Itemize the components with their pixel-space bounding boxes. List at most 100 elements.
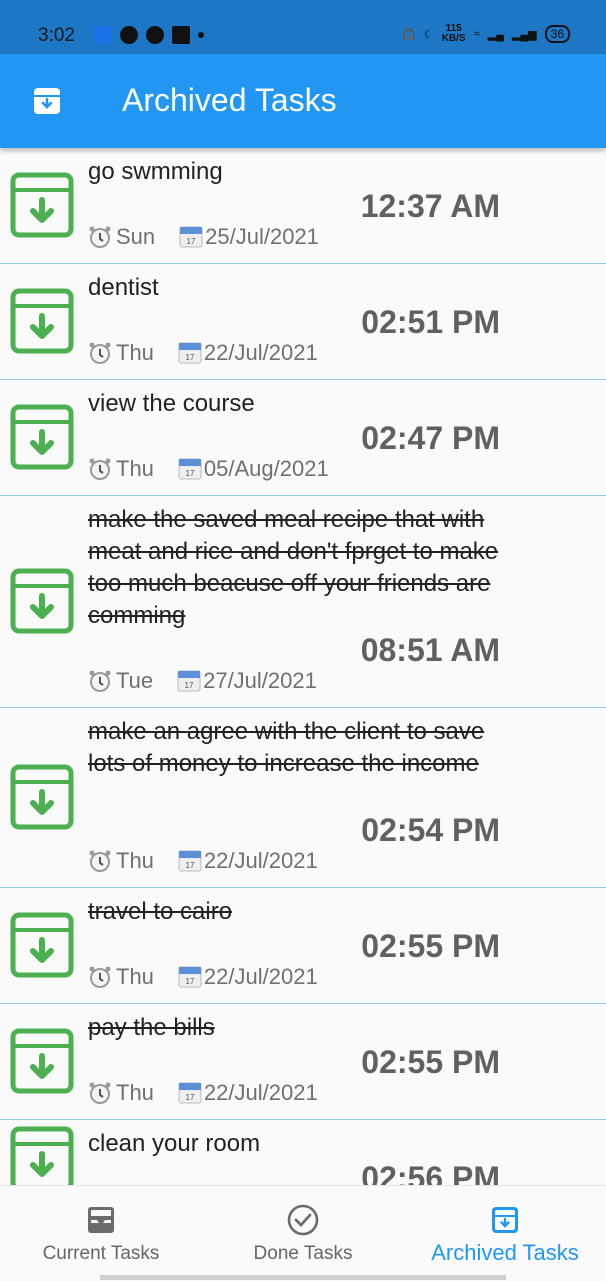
task-meta: Thu 17 22/Jul/2021: [88, 1080, 318, 1106]
svg-text:17: 17: [185, 681, 194, 690]
nav-done-tasks[interactable]: Done Tasks: [202, 1186, 404, 1281]
unarchive-icon[interactable]: [10, 1028, 74, 1094]
task-date: 25/Jul/2021: [205, 224, 319, 249]
moon-icon: ☾: [423, 28, 434, 41]
task-meta: Thu 17 22/Jul/2021: [88, 848, 318, 874]
wifi-icon: ≈: [473, 28, 480, 40]
task-title: pay the bills: [88, 1014, 215, 1041]
task-date: 27/Jul/2021: [203, 668, 317, 693]
archive-icon[interactable]: [32, 86, 62, 116]
network-speed: 115 KB/S: [441, 23, 466, 44]
task-time: 02:55 PM: [361, 1044, 500, 1080]
task-time: 02:54 PM: [361, 812, 500, 848]
task-meta: Thu 17 22/Jul/2021: [88, 964, 318, 990]
task-date: 22/Jul/2021: [203, 1080, 318, 1105]
unarchive-icon[interactable]: [10, 1126, 74, 1185]
unarchive-icon[interactable]: [10, 568, 74, 634]
nav-label: Archived Tasks: [431, 1240, 579, 1265]
task-title: clean your room: [88, 1130, 261, 1157]
nav-current-tasks[interactable]: Current Tasks: [0, 1186, 202, 1281]
task-day: Tue: [116, 668, 154, 693]
task-meta: Thu 17 22/Jul/2021: [88, 340, 318, 366]
headset-icon: 🎧: [402, 28, 416, 41]
task-time: 12:37 AM: [360, 188, 500, 224]
b-app-icon: [146, 26, 164, 44]
page-title: Archived Tasks: [122, 82, 337, 118]
svg-text:17: 17: [185, 977, 194, 986]
status-time: 3:02: [38, 25, 75, 46]
task-row[interactable]: pay the bills 02:55 PM Thu 17 22/Jul/2021: [0, 1004, 606, 1120]
task-row[interactable]: clean your room 02:56 PM: [0, 1120, 606, 1185]
task-time: 02:51 PM: [361, 304, 500, 340]
task-meta: Sun 17 25/Jul/2021: [88, 224, 319, 250]
task-meta: Tue 17 27/Jul/2021: [88, 668, 317, 694]
task-day: Thu: [116, 456, 154, 481]
task-date: 05/Aug/2021: [203, 456, 329, 481]
status-right: 🎧 ☾ 115 KB/S ≈ ▂▄ ▂▄▆ 36: [402, 24, 570, 44]
task-row[interactable]: go swmming 12:37 AM Sun 17 25/Jul/2021: [0, 148, 606, 264]
more-dot-icon: [198, 32, 204, 38]
unarchive-icon[interactable]: [10, 404, 74, 470]
signal-icon-2: ▂▄▆: [511, 28, 537, 41]
inbox-icon: [88, 1207, 114, 1233]
task-row[interactable]: dentist 02:51 PM Thu 17 22/Jul/2021: [0, 264, 606, 380]
calendar-icon: 17: [178, 850, 202, 872]
calendar-icon: 17: [177, 670, 201, 692]
bottom-navigation: Current Tasks Done Tasks Archived Tasks: [0, 1185, 606, 1280]
unarchive-icon[interactable]: [10, 912, 74, 978]
android-icon: [94, 26, 112, 44]
task-day: Thu: [116, 848, 154, 873]
task-time: 02:55 PM: [361, 928, 500, 964]
nav-label: Current Tasks: [42, 1243, 160, 1264]
task-date: 22/Jul/2021: [203, 964, 318, 989]
task-date: 22/Jul/2021: [203, 340, 318, 365]
calendar-icon: 17: [179, 226, 203, 248]
task-row[interactable]: make the saved meal recipe that with mea…: [0, 496, 606, 708]
telegram-icon: [120, 26, 138, 44]
task-day: Thu: [116, 964, 154, 989]
svg-text:17: 17: [185, 469, 194, 478]
task-time: 02:47 PM: [361, 420, 500, 456]
task-title: travel to cairo: [88, 898, 233, 925]
home-indicator: [100, 1275, 506, 1280]
calendar-icon: 17: [178, 1082, 202, 1104]
calendar-icon: 17: [178, 458, 202, 480]
alarm-clock-icon: [89, 1082, 111, 1104]
svg-text:17: 17: [187, 237, 196, 246]
task-day: Sun: [116, 224, 156, 249]
check-circle-icon: [287, 1204, 319, 1236]
notification-icons: [94, 26, 204, 44]
unarchive-icon[interactable]: [10, 172, 74, 238]
unarchive-icon[interactable]: [10, 764, 74, 830]
task-time: 08:51 AM: [360, 632, 500, 668]
signal-icon: ▂▄: [487, 28, 504, 41]
task-time: 02:56 PM: [361, 1160, 500, 1185]
send-icon: [172, 26, 190, 44]
svg-text:17: 17: [185, 353, 194, 362]
alarm-clock-icon: [89, 226, 111, 248]
archive-icon: [492, 1207, 518, 1233]
unarchive-icon[interactable]: [10, 288, 74, 354]
task-title: dentist: [88, 274, 159, 301]
task-row[interactable]: make an agree with the client to save lo…: [0, 708, 606, 888]
alarm-clock-icon: [89, 966, 111, 988]
task-date: 22/Jul/2021: [203, 848, 318, 873]
task-meta: Thu 17 05/Aug/2021: [88, 456, 329, 482]
battery-indicator: 36: [544, 25, 570, 43]
task-row[interactable]: view the course 02:47 PM Thu 17 05/Aug/2021: [0, 380, 606, 496]
task-title: view the course: [88, 390, 255, 417]
task-day: Thu: [116, 340, 154, 365]
task-title: go swmming: [88, 158, 223, 185]
alarm-clock-icon: [89, 342, 111, 364]
task-day: Thu: [116, 1080, 154, 1105]
nav-label: Done Tasks: [253, 1243, 353, 1264]
nav-archived-tasks[interactable]: Archived Tasks: [404, 1186, 606, 1281]
task-list[interactable]: go swmming 12:37 AM Sun 17 25/Jul/2021 dentis…: [0, 148, 606, 1185]
task-title: make an agree with the client to save lo…: [88, 718, 485, 777]
task-title: make the saved meal recipe that with mea…: [88, 506, 499, 629]
status-bar: 3:02 🎧 ☾ 115 KB/S ≈ ▂▄ ▂▄▆ 36: [0, 0, 606, 54]
alarm-clock-icon: [89, 458, 111, 480]
alarm-clock-icon: [89, 670, 111, 692]
task-row[interactable]: travel to cairo 02:55 PM Thu 17 22/Jul/2021: [0, 888, 606, 1004]
svg-text:17: 17: [185, 861, 194, 870]
